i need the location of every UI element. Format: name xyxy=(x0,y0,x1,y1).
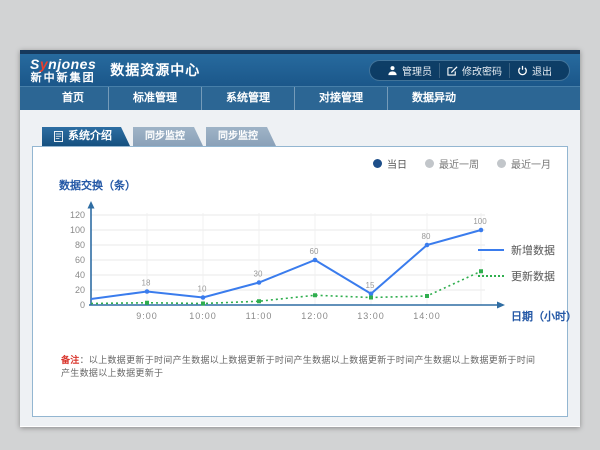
svg-text:60: 60 xyxy=(75,255,85,265)
edit-icon xyxy=(447,65,458,76)
nav-item-system-mgmt[interactable]: 系统管理 xyxy=(201,87,294,110)
admin-user-button[interactable]: 管理员 xyxy=(380,63,439,78)
radio-dot-icon xyxy=(497,159,506,168)
nav-item-standard-mgmt[interactable]: 标准管理 xyxy=(108,87,201,110)
svg-text:80: 80 xyxy=(75,240,85,250)
svg-text:60: 60 xyxy=(310,247,319,256)
svg-text:120: 120 xyxy=(70,210,85,220)
svg-text:9:00: 9:00 xyxy=(136,311,158,321)
nav-item-interface-mgmt[interactable]: 对接管理 xyxy=(294,87,387,110)
company-logo: Synjones 新中新集团 xyxy=(30,57,96,84)
nav-item-data-change[interactable]: 数据异动 xyxy=(387,87,480,110)
svg-text:14:00: 14:00 xyxy=(413,311,441,321)
legend-item-new-data: 新增数据 xyxy=(478,237,555,263)
content-area: 系统介绍 同步监控 同步监控 当日 最近一周 xyxy=(20,110,580,426)
tab-bar: 系统介绍 同步监控 同步监控 xyxy=(42,127,568,146)
svg-text:100: 100 xyxy=(473,217,487,226)
power-icon xyxy=(517,65,528,76)
svg-text:12:00: 12:00 xyxy=(301,311,329,321)
svg-text:80: 80 xyxy=(422,232,431,241)
change-password-button[interactable]: 修改密码 xyxy=(439,63,509,78)
footnote-label: 备注 xyxy=(61,355,80,365)
dotted-line-swatch-icon xyxy=(478,275,504,277)
header-user-toolbar: 管理员 修改密码 退出 xyxy=(369,60,570,81)
logo-wordmark: Synjones xyxy=(30,57,96,71)
tab-sync-monitor-1[interactable]: 同步监控 xyxy=(133,127,203,146)
logout-button[interactable]: 退出 xyxy=(509,63,559,78)
logo-company-name: 新中新集团 xyxy=(30,73,96,84)
app-header: Synjones 新中新集团 数据资源中心 管理员 修改密码 xyxy=(20,54,580,86)
solid-line-swatch-icon xyxy=(478,249,504,251)
svg-text:40: 40 xyxy=(75,270,85,280)
footnote: 备注：以上数据更新于时间产生数据以上数据更新于时间产生数据以上数据更新于时间产生… xyxy=(33,353,567,379)
svg-text:10: 10 xyxy=(198,285,207,294)
svg-text:30: 30 xyxy=(254,270,263,279)
main-nav: 首页 标准管理 系统管理 对接管理 数据异动 xyxy=(20,86,580,110)
footnote-text: ：以上数据更新于时间产生数据以上数据更新于时间产生数据以上数据更新于时间产生数据… xyxy=(61,355,535,378)
svg-text:11:00: 11:00 xyxy=(246,311,273,321)
tab-sync-monitor-2[interactable]: 同步监控 xyxy=(206,127,276,146)
svg-text:13:00: 13:00 xyxy=(357,311,385,321)
svg-text:日期（小时）: 日期（小时） xyxy=(511,309,577,323)
desktop-background: Synjones 新中新集团 数据资源中心 管理员 修改密码 xyxy=(0,0,600,450)
time-range-radios: 当日 最近一周 最近一月 xyxy=(373,156,551,171)
svg-text:15: 15 xyxy=(366,281,375,290)
svg-text:20: 20 xyxy=(75,285,85,295)
y-axis-title: 数据交换（条） xyxy=(59,177,136,193)
chart-panel: 当日 最近一周 最近一月 数据交换（条） 0 20 40 60 80 100 120 9:00… xyxy=(32,146,568,417)
tab-system-intro[interactable]: 系统介绍 xyxy=(42,127,130,146)
page-title: 数据资源中心 xyxy=(110,60,200,80)
legend-item-updated-data: 更新数据 xyxy=(478,263,555,289)
app-window: Synjones 新中新集团 数据资源中心 管理员 修改密码 xyxy=(20,50,580,427)
svg-text:100: 100 xyxy=(70,225,85,235)
logo-accent-letter: y xyxy=(40,56,48,72)
svg-text:10:00: 10:00 xyxy=(189,311,217,321)
svg-text:18: 18 xyxy=(142,279,151,288)
svg-text:0: 0 xyxy=(80,300,85,310)
document-icon xyxy=(54,131,63,142)
radio-dot-icon xyxy=(373,159,382,168)
radio-today[interactable]: 当日 xyxy=(373,156,407,171)
radio-last-month[interactable]: 最近一月 xyxy=(497,156,551,171)
chart-legend: 新增数据 更新数据 xyxy=(478,237,555,289)
user-icon xyxy=(387,65,398,76)
radio-last-week[interactable]: 最近一周 xyxy=(425,156,479,171)
nav-item-home[interactable]: 首页 xyxy=(38,87,108,110)
radio-dot-icon xyxy=(425,159,434,168)
